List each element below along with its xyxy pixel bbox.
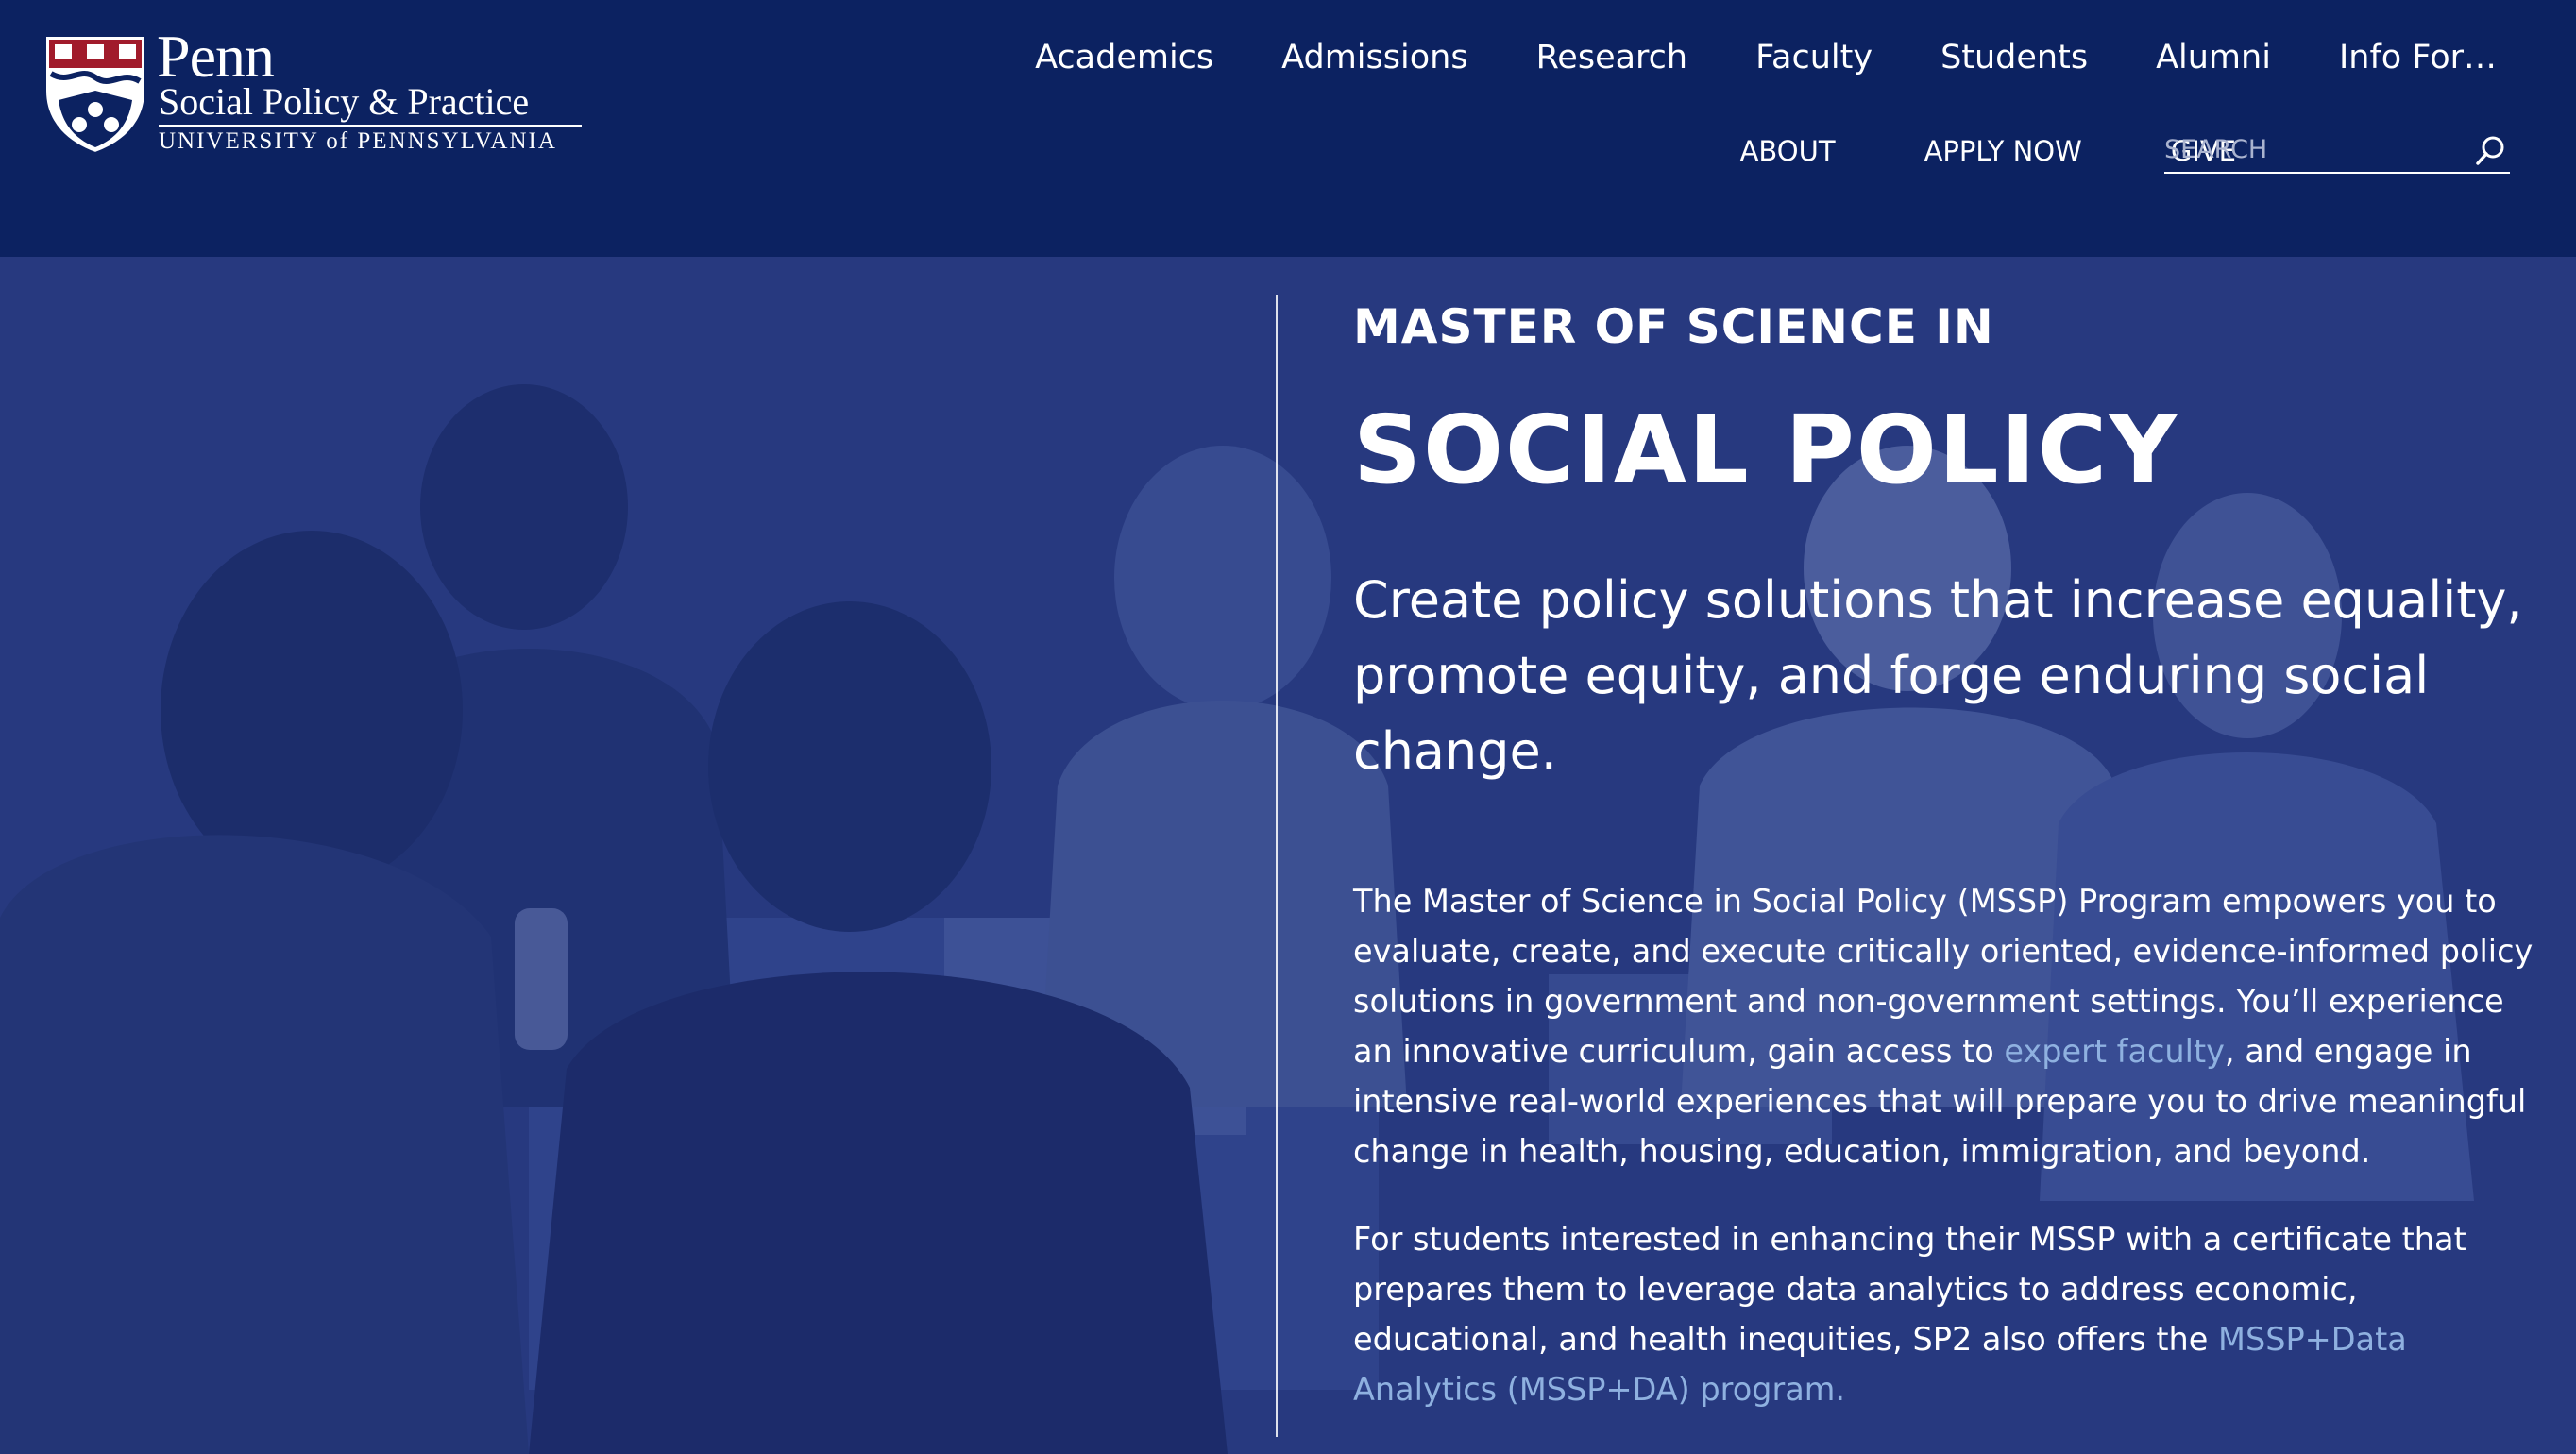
hero-section: MASTER OF SCIENCE IN SOCIAL POLICY Creat…: [0, 257, 2576, 1454]
nav-faculty[interactable]: Faculty: [1755, 34, 1873, 81]
search-input[interactable]: [2164, 130, 2457, 168]
hero-title: SOCIAL POLICY: [1353, 395, 2179, 505]
search-icon: [2476, 136, 2504, 165]
penn-shield-icon: [44, 35, 146, 155]
nav-students[interactable]: Students: [1940, 34, 2088, 81]
wordmark-school: Social Policy & Practice: [159, 81, 582, 127]
nav-about[interactable]: ABOUT: [1740, 132, 1836, 170]
nav-research[interactable]: Research: [1536, 34, 1688, 81]
nav-info-for[interactable]: Info For…: [2339, 34, 2497, 81]
expert-faculty-link[interactable]: expert faculty: [2004, 1033, 2225, 1070]
search-button[interactable]: [2472, 132, 2510, 170]
nav-apply-now[interactable]: APPLY NOW: [1924, 132, 2082, 170]
utility-nav: ABOUT APPLY NOW GIVE: [1740, 132, 2236, 170]
site-logo[interactable]: Penn Social Policy & Practice UNIVERSITY…: [42, 26, 582, 155]
hero-eyebrow: MASTER OF SCIENCE IN: [1353, 299, 1994, 354]
nav-alumni[interactable]: Alumni: [2156, 34, 2271, 81]
data-analytics-description: For students interested in enhancing the…: [1353, 1214, 2552, 1414]
search-box: [2164, 127, 2510, 174]
hero-tagline: Create policy solutions that increase eq…: [1353, 570, 2523, 781]
site-header: Penn Social Policy & Practice UNIVERSITY…: [0, 0, 2576, 257]
program-description: The Master of Science in Social Policy (…: [1353, 876, 2552, 1176]
hero-divider: [1276, 295, 1278, 1437]
hero-content: MASTER OF SCIENCE IN SOCIAL POLICY Creat…: [1353, 295, 2552, 1414]
main-nav: Academics Admissions Research Faculty St…: [1035, 34, 2497, 81]
wordmark-university: UNIVERSITY of PENNSYLVANIA: [159, 128, 557, 154]
nav-academics[interactable]: Academics: [1035, 34, 1213, 81]
nav-admissions[interactable]: Admissions: [1281, 34, 1467, 81]
wordmark-penn: Penn: [157, 23, 275, 90]
